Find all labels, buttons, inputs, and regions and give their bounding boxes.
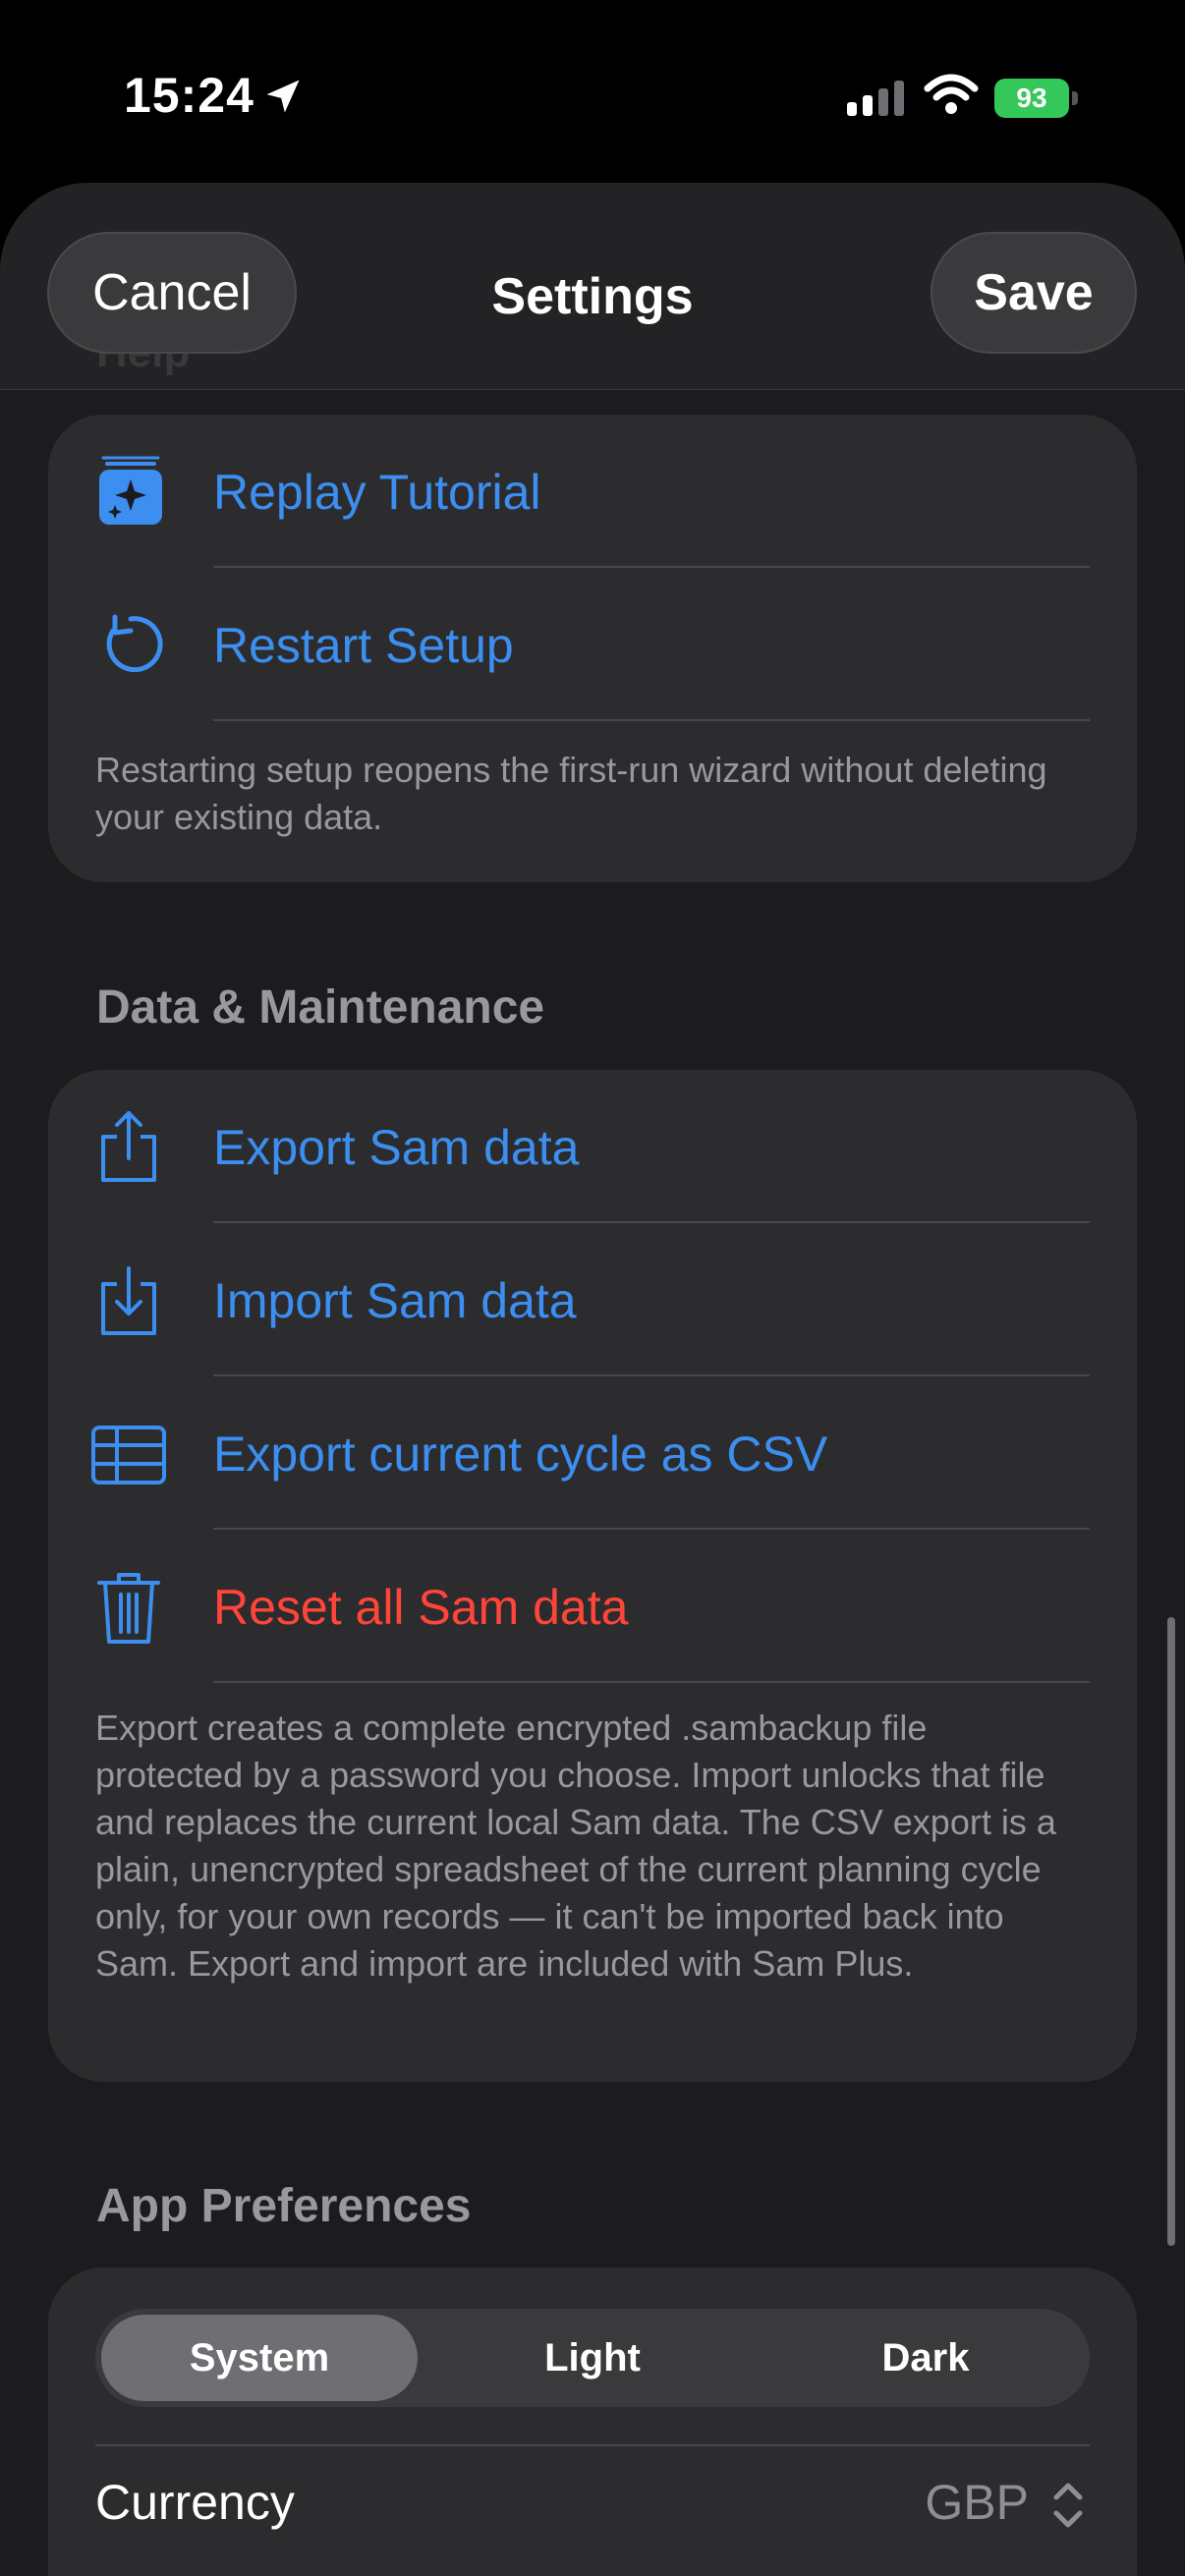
reset-data-row[interactable]: Reset all Sam data	[48, 1530, 1137, 1683]
import-data-row[interactable]: Import Sam data	[48, 1223, 1137, 1376]
wifi-icon	[924, 74, 979, 114]
export-data-row[interactable]: Export Sam data	[48, 1070, 1137, 1223]
data-maintenance-header: Data & Maintenance	[96, 981, 545, 1034]
row-divider	[213, 719, 1090, 721]
import-icon	[101, 1266, 156, 1335]
export-csv-row[interactable]: Export current cycle as CSV	[48, 1376, 1137, 1530]
status-time: 15:24	[124, 68, 254, 123]
share-icon	[101, 1111, 156, 1182]
navigation-bar: Help Cancel Settings Save	[0, 183, 1185, 390]
restart-setup-row[interactable]: Restart Setup	[48, 568, 1137, 721]
appearance-option-dark[interactable]: Dark	[767, 2315, 1084, 2401]
appearance-option-light[interactable]: Light	[434, 2315, 751, 2401]
reset-data-label: Reset all Sam data	[213, 1580, 629, 1635]
row-divider	[95, 2444, 1090, 2446]
status-bar: 15:24 93	[0, 0, 1185, 187]
currency-picker[interactable]: GBP	[925, 2474, 1029, 2531]
app-preferences-header: App Preferences	[96, 2180, 472, 2232]
battery-level: 93	[994, 79, 1069, 118]
row-divider	[213, 1681, 1090, 1683]
save-button[interactable]: Save	[931, 232, 1137, 354]
scroll-indicator[interactable]	[1167, 1617, 1175, 2246]
import-data-label: Import Sam data	[213, 1273, 577, 1328]
data-footnote: Export creates a complete encrypted .sam…	[95, 1708, 1056, 1984]
battery-tip	[1072, 91, 1078, 105]
location-arrow-icon	[266, 80, 300, 113]
replay-tutorial-row[interactable]: Replay Tutorial	[48, 415, 1137, 568]
battery-indicator: 93	[994, 79, 1079, 118]
help-card: Replay Tutorial Restart Setup Restarting…	[48, 415, 1137, 882]
trash-icon	[97, 1573, 160, 1644]
export-data-label: Export Sam data	[213, 1120, 580, 1175]
restart-setup-label: Restart Setup	[213, 618, 514, 673]
tutorial-sparkle-icon	[99, 456, 162, 525]
currency-label: Currency	[95, 2475, 295, 2530]
data-maintenance-card: Export Sam data Import Sam data Export c…	[48, 1070, 1137, 2082]
table-icon	[91, 1426, 166, 1484]
help-footnote: Restarting setup reopens the first-run w…	[95, 750, 1047, 837]
appearance-option-system[interactable]: System	[101, 2315, 418, 2401]
app-preferences-card: System Light Dark Currency GBP	[48, 2268, 1137, 2576]
restart-arrow-icon	[106, 614, 163, 673]
settings-sheet: Help Cancel Settings Save Replay Tutoria…	[0, 183, 1185, 2576]
appearance-segmented-control: System Light Dark	[95, 2309, 1090, 2407]
replay-tutorial-label: Replay Tutorial	[213, 465, 541, 520]
cellular-signal-icon	[847, 81, 904, 116]
chevron-up-down-icon[interactable]	[1048, 2478, 1088, 2533]
export-csv-label: Export current cycle as CSV	[213, 1427, 828, 1482]
